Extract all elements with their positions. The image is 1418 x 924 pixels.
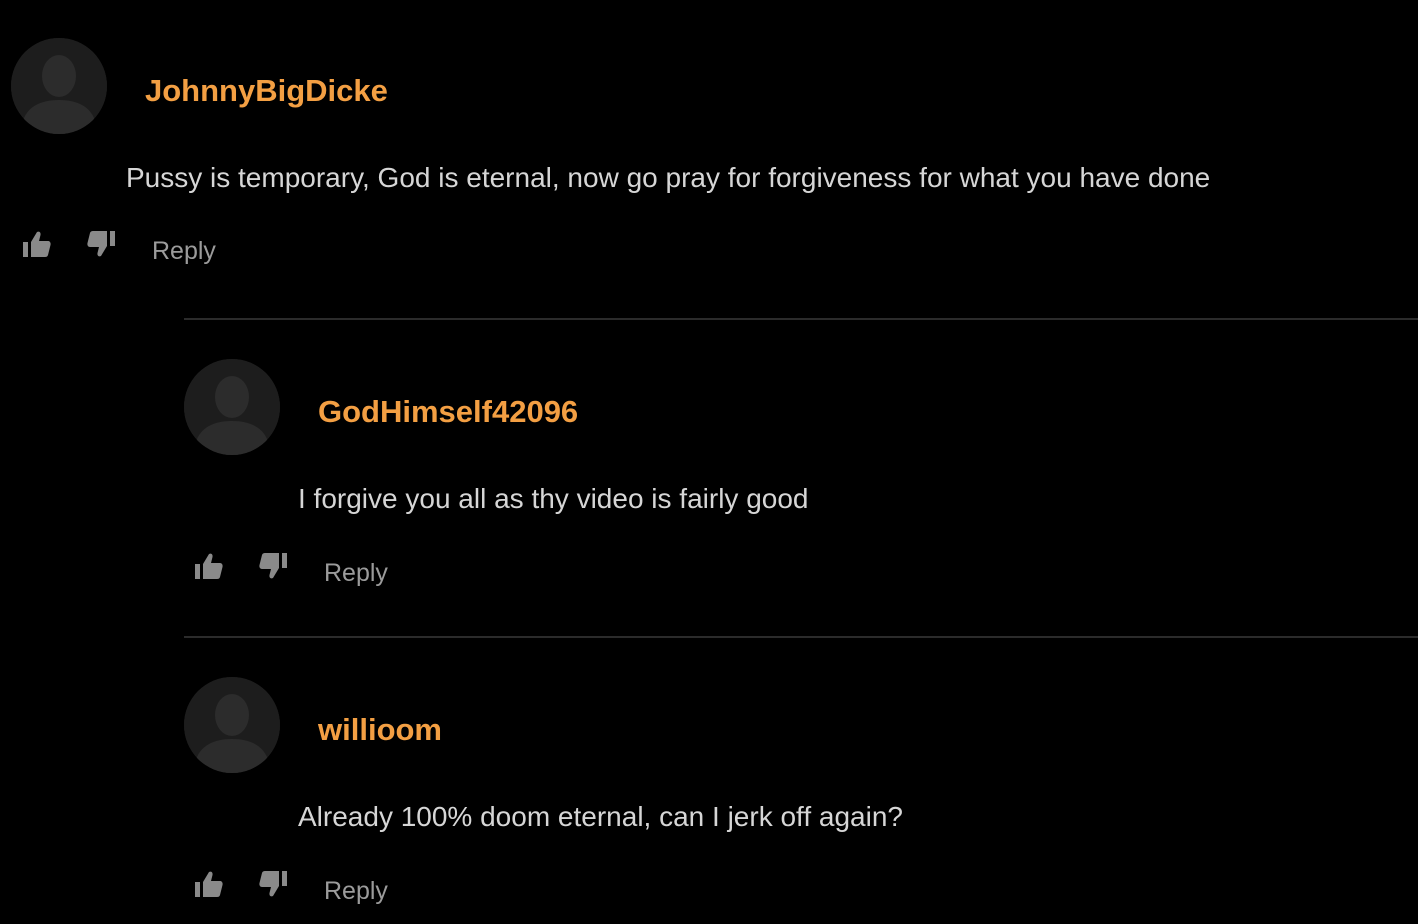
avatar[interactable] <box>11 38 107 134</box>
comment-reply: willioom Already 100% doom eternal, can … <box>184 636 1418 924</box>
avatar[interactable] <box>184 677 280 773</box>
thumbs-down-icon[interactable] <box>256 548 290 582</box>
comment-username[interactable]: JohnnyBigDicke <box>145 73 388 109</box>
reply-button[interactable]: Reply <box>152 236 216 266</box>
thumbs-down-icon[interactable] <box>84 226 118 260</box>
thumbs-up-icon[interactable] <box>192 868 226 902</box>
comment-username[interactable]: willioom <box>318 712 442 748</box>
comment-text: I forgive you all as thy video is fairly… <box>298 483 809 514</box>
avatar[interactable] <box>184 359 280 455</box>
user-silhouette-icon <box>11 38 107 134</box>
user-silhouette-icon <box>184 359 280 455</box>
comment-reply: GodHimself42096 I forgive you all as thy… <box>184 318 1418 638</box>
user-silhouette-icon <box>184 677 280 773</box>
thumbs-up-icon[interactable] <box>20 228 54 262</box>
reply-button[interactable]: Reply <box>324 558 388 588</box>
comment-username[interactable]: GodHimself42096 <box>318 394 578 430</box>
thumbs-down-icon[interactable] <box>256 866 290 900</box>
comment: JohnnyBigDicke Pussy is temporary, God i… <box>0 0 1418 318</box>
reply-button[interactable]: Reply <box>324 876 388 906</box>
comment-text: Pussy is temporary, God is eternal, now … <box>126 162 1211 193</box>
thumbs-up-icon[interactable] <box>192 550 226 584</box>
comment-text: Already 100% doom eternal, can I jerk of… <box>298 801 903 832</box>
